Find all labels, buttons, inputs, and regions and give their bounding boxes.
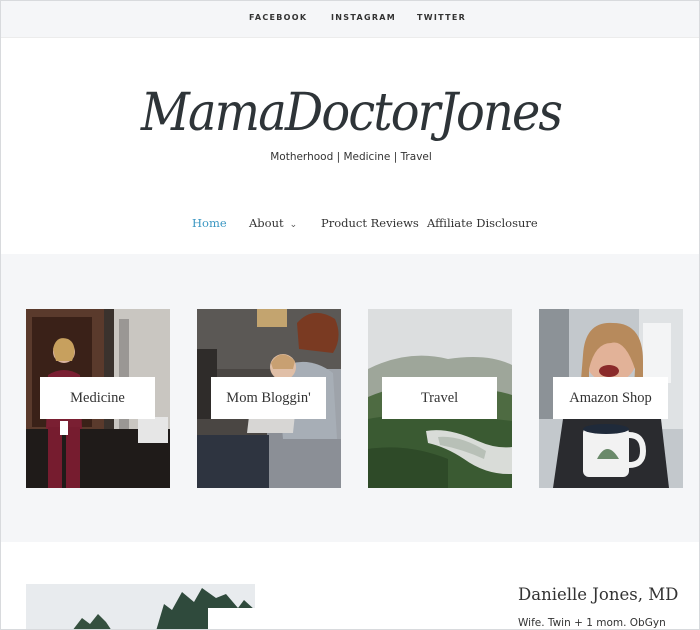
nav-item-affiliate-disclosure[interactable]: Affiliate Disclosure (427, 216, 538, 230)
facebook-link[interactable]: FACEBOOK (249, 13, 307, 22)
category-card-mom-bloggin[interactable]: Mom Bloggin' (197, 309, 341, 488)
chevron-down-icon: ⌄ (289, 220, 298, 230)
author-bio: Wife. Twin + 1 mom. ObGyn (518, 617, 666, 629)
featured-photo (26, 584, 255, 629)
category-label: Medicine (40, 377, 155, 419)
about-section: Danielle Jones, MD Wife. Twin + 1 mom. O… (1, 542, 699, 629)
main-nav: Home About ⌄ Product Reviews Affiliate Di… (1, 216, 699, 236)
nav-item-product-reviews[interactable]: Product Reviews (321, 216, 419, 230)
category-card-amazon-shop[interactable]: Amazon Shop (539, 309, 683, 488)
browser-viewport: FACEBOOK INSTAGRAM TWITTER MamaDoctorJon… (0, 0, 700, 630)
category-card-travel[interactable]: Travel (368, 309, 512, 488)
social-bar: FACEBOOK INSTAGRAM TWITTER (1, 1, 699, 38)
category-label: Mom Bloggin' (211, 377, 326, 419)
site-header: MamaDoctorJones Motherhood | Medicine | … (1, 38, 699, 254)
category-card-medicine[interactable]: Medicine (26, 309, 170, 488)
author-name: Danielle Jones, MD (518, 585, 679, 604)
nav-item-about[interactable]: About ⌄ (249, 216, 297, 230)
nav-item-about-label: About (249, 216, 284, 230)
nav-item-home[interactable]: Home (192, 216, 227, 230)
category-label: Amazon Shop (553, 377, 668, 419)
site-tagline: Motherhood | Medicine | Travel (270, 151, 432, 163)
twitter-link[interactable]: TWITTER (417, 13, 466, 22)
instagram-link[interactable]: INSTAGRAM (331, 13, 396, 22)
category-label: Travel (382, 377, 497, 419)
category-band: Medicine Mom Bloggin' Travel Amazon Shop (1, 254, 699, 542)
site-logo[interactable]: MamaDoctorJones (29, 83, 673, 143)
